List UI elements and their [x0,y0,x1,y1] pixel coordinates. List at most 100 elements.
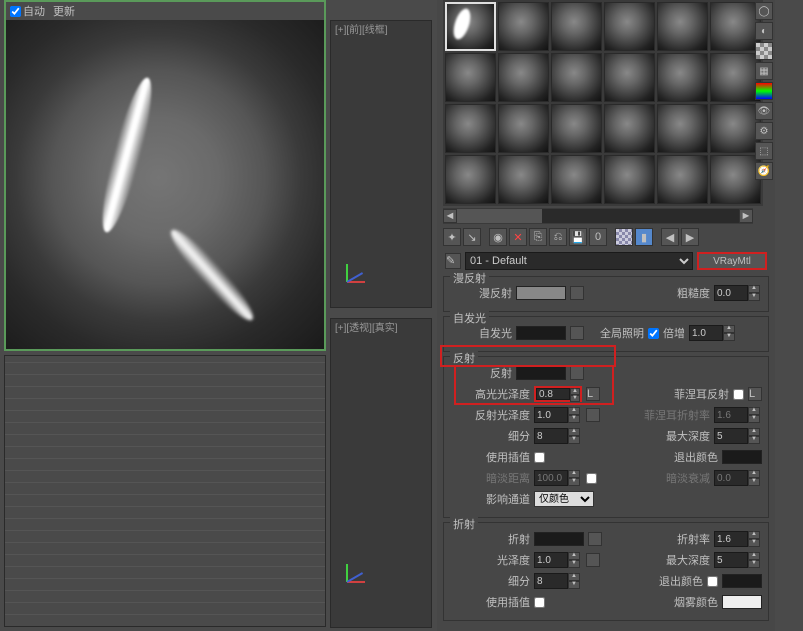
dimdist-spinner[interactable]: ▲▼ [534,470,582,486]
viewport-front[interactable]: [+][前][线框] [330,20,432,308]
refl-subdiv-spinner[interactable]: ▲▼ [534,428,582,444]
sample-slot[interactable] [604,53,655,102]
refr-gloss-map-button[interactable] [586,553,600,567]
refr-useinterp-label: 使用插值 [450,594,530,610]
go-forward-icon[interactable]: ▶ [681,228,699,246]
refr-exitcolor-swatch[interactable] [722,574,762,588]
make-copy-icon[interactable]: ⎘ [529,228,547,246]
make-unique-icon[interactable]: ⎌ [549,228,567,246]
put-to-lib-icon[interactable]: 💾 [569,228,587,246]
refr-subdiv-label: 细分 [450,573,530,589]
hilight-lock-button[interactable]: L [586,387,600,401]
refr-gloss-spinner[interactable]: ▲▼ [534,552,582,568]
refl-gloss-spinner[interactable]: ▲▼ [534,407,582,423]
refl-useinterp-checkbox[interactable] [534,452,545,463]
sample-slot[interactable] [445,104,496,153]
sample-slot[interactable] [445,155,496,204]
selfillum-map-button[interactable] [570,326,584,340]
fresnel-lock-button[interactable]: L [748,387,762,401]
sample-slot[interactable] [445,2,496,51]
mtl-id-icon[interactable]: 0 [589,228,607,246]
background-icon[interactable] [755,42,773,60]
ior-spinner[interactable]: ▲▼ [714,531,762,547]
sample-slot[interactable] [657,155,708,204]
sample-slot[interactable] [498,104,549,153]
backlight-icon[interactable]: ◐ [755,22,773,40]
reset-map-icon[interactable]: ✕ [509,228,527,246]
fresnel-checkbox[interactable] [733,389,744,400]
affect-channels-dropdown[interactable]: 仅颜色 [534,491,594,507]
mtl-map-nav-icon[interactable]: 🧭 [755,162,773,180]
dimfall-spinner[interactable]: ▲▼ [714,470,762,486]
mult-spinner[interactable]: ▲▼ [689,325,737,341]
sample-slot[interactable] [445,53,496,102]
refr-useinterp-checkbox[interactable] [534,597,545,608]
sample-slot[interactable] [657,53,708,102]
sample-slot[interactable] [710,53,761,102]
go-parent-icon[interactable]: ◀ [661,228,679,246]
sample-slot[interactable] [498,53,549,102]
refr-maxdepth-label: 最大深度 [666,552,710,568]
sample-slot[interactable] [551,155,602,204]
refract-map-button[interactable] [588,532,602,546]
sample-slot[interactable] [710,104,761,153]
refl-exitcolor-swatch[interactable] [722,450,762,464]
diffuse-label: 漫反射 [450,285,512,301]
viewport-grid[interactable] [4,355,326,627]
select-by-mat-icon[interactable]: ⬚ [755,142,773,160]
refract-color-swatch[interactable] [534,532,584,546]
auto-checkbox[interactable]: 自动 [10,3,45,19]
hilight-gloss-spinner[interactable]: ▲▼ [534,386,582,402]
diffuse-color-swatch[interactable] [516,286,566,300]
sample-slot[interactable] [551,2,602,51]
sample-slot[interactable] [498,2,549,51]
video-check-icon[interactable] [755,82,773,100]
get-material-icon[interactable]: ✦ [443,228,461,246]
reflect-map-button[interactable] [570,366,584,380]
material-type-button[interactable]: VRayMtl [697,252,767,270]
refl-gloss-map-button[interactable] [586,408,600,422]
assign-to-sel-icon[interactable]: ◉ [489,228,507,246]
dimdist-checkbox[interactable] [586,473,597,484]
preview-icon[interactable]: 👁 [755,102,773,120]
roughness-spinner[interactable]: ▲▼ [714,285,762,301]
material-name-dropdown[interactable]: 01 - Default [465,252,693,270]
gi-checkbox[interactable] [648,328,659,339]
selfillum-title: 自发光 [450,310,489,326]
diffuse-map-button[interactable] [570,286,584,300]
sample-slot[interactable] [657,2,708,51]
sample-slot[interactable] [604,155,655,204]
refr-maxdepth-spinner[interactable]: ▲▼ [714,552,762,568]
refr-exitcolor-label: 退出颜色 [659,573,703,589]
show-end-result-icon[interactable]: ▮ [635,228,653,246]
fresnel-label: 菲涅耳反射 [674,386,729,402]
update-button[interactable]: 更新 [53,3,75,19]
sample-slot[interactable] [604,2,655,51]
options-icon[interactable]: ⚙ [755,122,773,140]
put-to-scene-icon[interactable]: ↘ [463,228,481,246]
preview-sphere [6,20,324,349]
material-toolbar: ✦ ↘ ◉ ✕ ⎘ ⎌ 💾 0 ▮ ◀ ▶ [437,226,775,248]
sample-slot[interactable] [657,104,708,153]
sample-slot[interactable] [551,104,602,153]
refl-maxdepth-spinner[interactable]: ▲▼ [714,428,762,444]
viewport-front-label: [+][前][线框] [335,21,388,36]
refr-exitcolor-checkbox[interactable] [707,576,718,587]
sample-slot[interactable] [551,53,602,102]
sample-slot[interactable] [710,155,761,204]
selfillum-color-swatch[interactable] [516,326,566,340]
reflect-title: 反射 [450,350,478,366]
fog-color-swatch[interactable] [722,595,762,609]
uv-tiling-icon[interactable]: ▦ [755,62,773,80]
sample-hscroll[interactable]: ◄► [443,208,753,224]
pick-material-icon[interactable]: ✎ [445,253,461,269]
viewport-perspective[interactable]: [+][透视][真实] [330,318,432,628]
sample-slot[interactable] [604,104,655,153]
reflect-color-swatch[interactable] [516,366,566,380]
sample-slot[interactable] [710,2,761,51]
sample-type-icon[interactable]: ◯ [755,2,773,20]
show-in-vp-icon[interactable] [615,228,633,246]
refr-subdiv-spinner[interactable]: ▲▼ [534,573,582,589]
sample-slot[interactable] [498,155,549,204]
fresnel-ior-spinner[interactable]: ▲▼ [714,407,762,423]
